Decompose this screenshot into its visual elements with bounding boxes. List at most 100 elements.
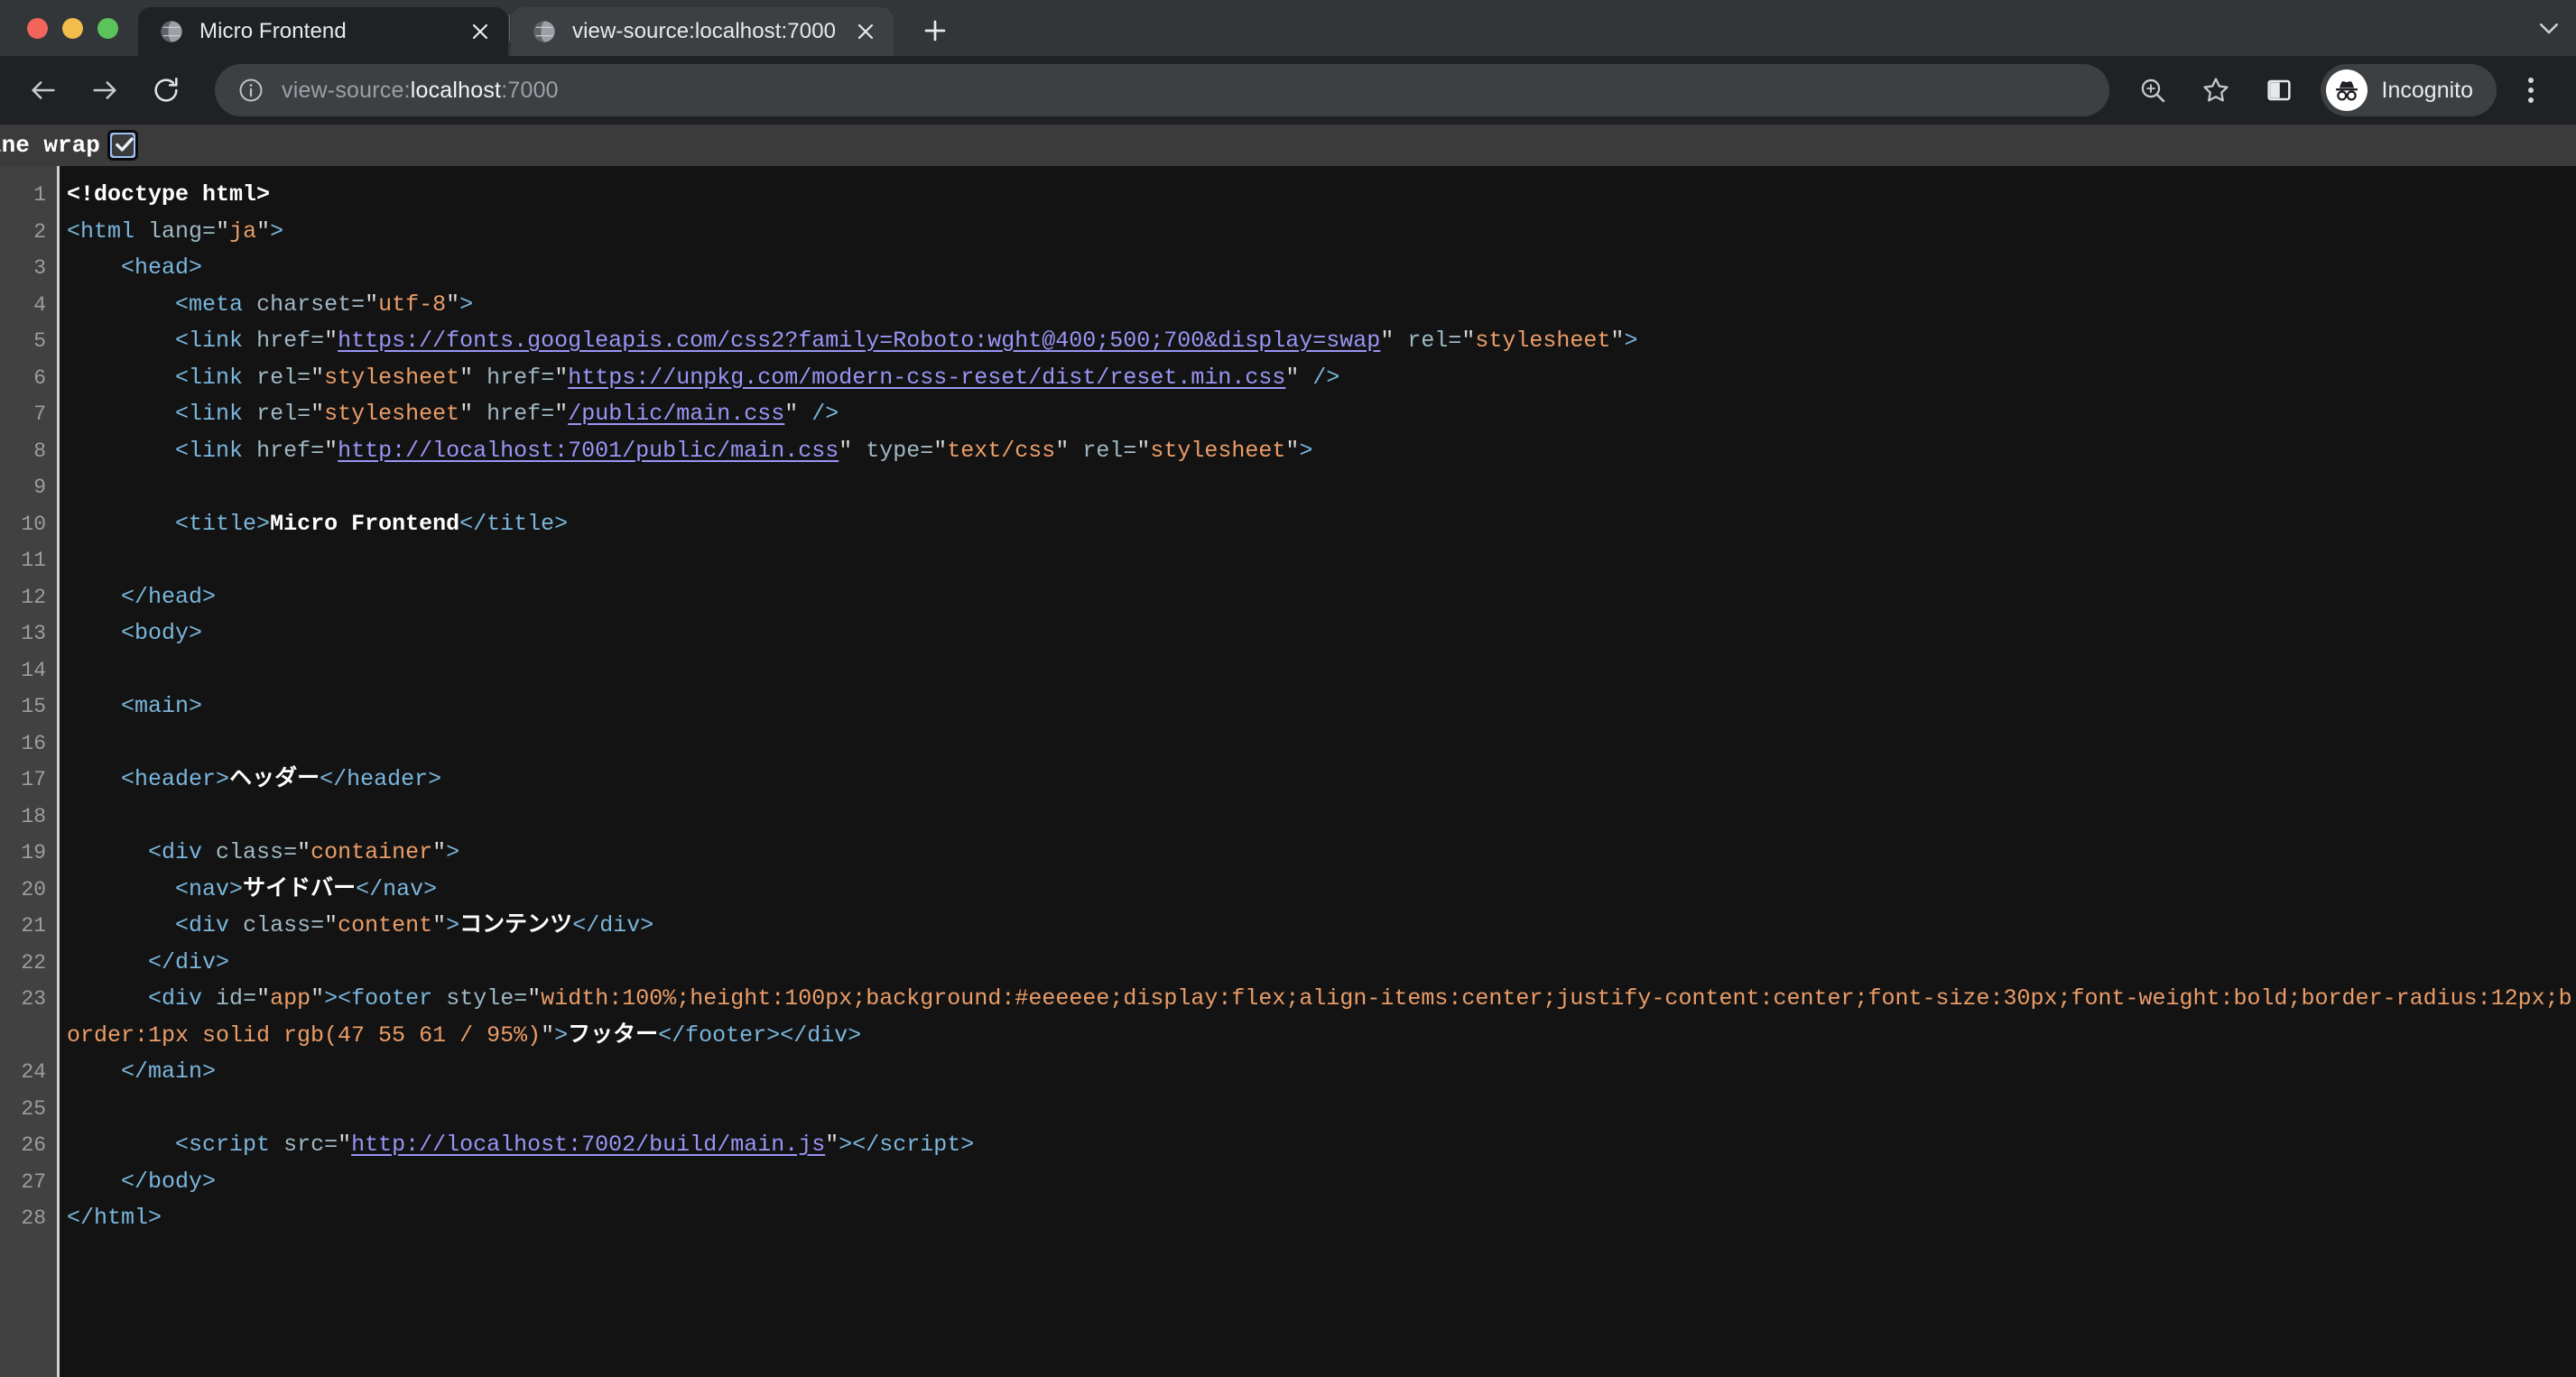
tab-close-icon[interactable] (465, 16, 496, 47)
line-number: 15 (21, 695, 46, 718)
source-line: <nav>サイドバー</nav> (175, 875, 438, 902)
view-source-page: ine wrap 1234567891011121314151617181920… (0, 125, 2576, 1377)
line-wrap-bar: ine wrap (0, 125, 2576, 166)
line-number: 20 (21, 877, 46, 901)
source-line: <script src="http://localhost:7002/build… (175, 1132, 975, 1158)
url-suffix: :7000 (501, 77, 559, 103)
line-number: 16 (21, 731, 46, 755)
kebab-dot (2528, 88, 2534, 93)
line-number: 4 (33, 292, 46, 317)
source-line: </head> (121, 583, 217, 610)
check-icon (115, 137, 134, 152)
source-line (67, 799, 2576, 836)
source-line (67, 725, 2576, 762)
source-line: <body> (121, 620, 203, 646)
line-number: 24 (21, 1060, 46, 1084)
window-close-button[interactable] (27, 17, 48, 39)
page-info-icon[interactable] (236, 76, 265, 105)
source-line (67, 1091, 2576, 1128)
source-line: <link href="https://fonts.googleapis.com… (175, 328, 1638, 354)
browser-window: Micro Frontend view-source:localhost:700… (0, 0, 2576, 1377)
chevron-down-icon[interactable] (2522, 0, 2576, 56)
browser-toolbar: view-source:localhost:7000 Incognito (0, 56, 2576, 125)
line-number: 8 (33, 439, 46, 463)
line-number: 21 (21, 914, 46, 938)
line-number: 19 (21, 841, 46, 864)
tab-separator (509, 14, 510, 42)
source-line (67, 542, 2576, 579)
star-icon[interactable] (2187, 61, 2245, 119)
globe-icon (531, 18, 558, 45)
zoom-in-icon[interactable] (2124, 61, 2182, 119)
source-line: <!doctype html> (67, 181, 271, 208)
line-number: 11 (21, 549, 46, 572)
source-line: <div class="content">コンテンツ</div> (175, 912, 654, 938)
incognito-icon (2325, 69, 2368, 111)
source-line: <link rel="stylesheet" href="/public/mai… (175, 401, 839, 427)
line-number: 26 (21, 1133, 46, 1157)
line-number: 23 (21, 987, 46, 1011)
window-minimize-button[interactable] (62, 17, 83, 39)
window-traffic-lights (0, 0, 138, 56)
line-number: 1 (33, 183, 46, 207)
source-line: <link rel="stylesheet" href="https://unp… (175, 364, 1340, 391)
side-panel-icon[interactable] (2250, 61, 2308, 119)
kebab-dot (2528, 97, 2534, 103)
new-tab-button[interactable] (910, 5, 960, 56)
profile-incognito-button[interactable]: Incognito (2320, 64, 2497, 116)
source-line: <link href="http://localhost:7001/public… (175, 437, 1313, 464)
source-line: </main> (121, 1058, 217, 1085)
line-number: 17 (21, 768, 46, 791)
tab-view-source[interactable]: view-source:localhost:7000 (511, 7, 894, 56)
source-line: <header>ヘッダー</header> (121, 766, 442, 792)
source-line (67, 652, 2576, 689)
line-number: 22 (21, 950, 46, 975)
line-number: 2 (33, 219, 46, 244)
source-code[interactable]: <!doctype html> <html lang="ja"> <head> <… (60, 166, 2576, 1377)
source-line: <html lang="ja"> (67, 217, 284, 245)
line-wrap-label: ine wrap (0, 132, 100, 159)
forward-button[interactable] (76, 61, 134, 119)
url-host: localhost (410, 77, 502, 103)
line-number: 28 (21, 1206, 46, 1230)
line-number: 3 (33, 256, 46, 280)
source-line (67, 469, 2576, 506)
source-line: </html> (67, 1205, 162, 1231)
address-bar[interactable]: view-source:localhost:7000 (215, 64, 2109, 116)
line-number: 18 (21, 804, 46, 828)
line-number: 6 (33, 365, 46, 390)
kebab-dot (2528, 78, 2534, 83)
line-number: 12 (21, 585, 46, 609)
source-line: <title>Micro Frontend</title> (175, 510, 569, 537)
source-line: <div id="app"><footer style="width:100%;… (67, 985, 2572, 1049)
tab-title: Micro Frontend (199, 19, 347, 43)
line-number: 10 (21, 512, 46, 536)
source-line: </div> (148, 948, 230, 975)
kebab-menu-icon[interactable] (2506, 61, 2556, 119)
tab-title: view-source:localhost:7000 (572, 19, 837, 43)
tab-strip-spacer (960, 0, 2522, 56)
address-bar-text: view-source:localhost:7000 (282, 78, 559, 104)
source-line: <meta charset="utf-8"> (175, 291, 474, 318)
line-number: 9 (33, 476, 46, 499)
line-wrap-checkbox[interactable] (107, 130, 138, 161)
line-number: 25 (21, 1096, 46, 1121)
source-line: <main> (121, 693, 203, 719)
url-prefix: view-source: (282, 77, 411, 103)
source-line: <head> (121, 254, 203, 281)
toolbar-actions (2124, 61, 2308, 119)
line-number: 13 (21, 622, 46, 645)
tab-strip: Micro Frontend view-source:localhost:700… (0, 0, 2576, 56)
tab-micro-frontend[interactable]: Micro Frontend (138, 7, 508, 56)
line-number-gutter: 1 2 3 4 5 6 7 8 9 10 11 12 13 14 15 16 17 18 19 20 21 22 23 24 2… (0, 166, 60, 1377)
line-number: 7 (33, 402, 46, 426)
line-number: 27 (21, 1169, 46, 1194)
back-button[interactable] (14, 61, 72, 119)
profile-label: Incognito (2381, 77, 2473, 103)
line-number: 5 (33, 329, 46, 353)
source-line: <div class="container"> (148, 839, 460, 865)
reload-button[interactable] (137, 61, 195, 119)
tab-close-icon[interactable] (850, 16, 881, 47)
source-code-area: 1 2 3 4 5 6 7 8 9 10 11 12 13 14 15 16 17 18 19 20 21 22 23 24 2… (0, 166, 2576, 1377)
window-zoom-button[interactable] (97, 17, 118, 39)
